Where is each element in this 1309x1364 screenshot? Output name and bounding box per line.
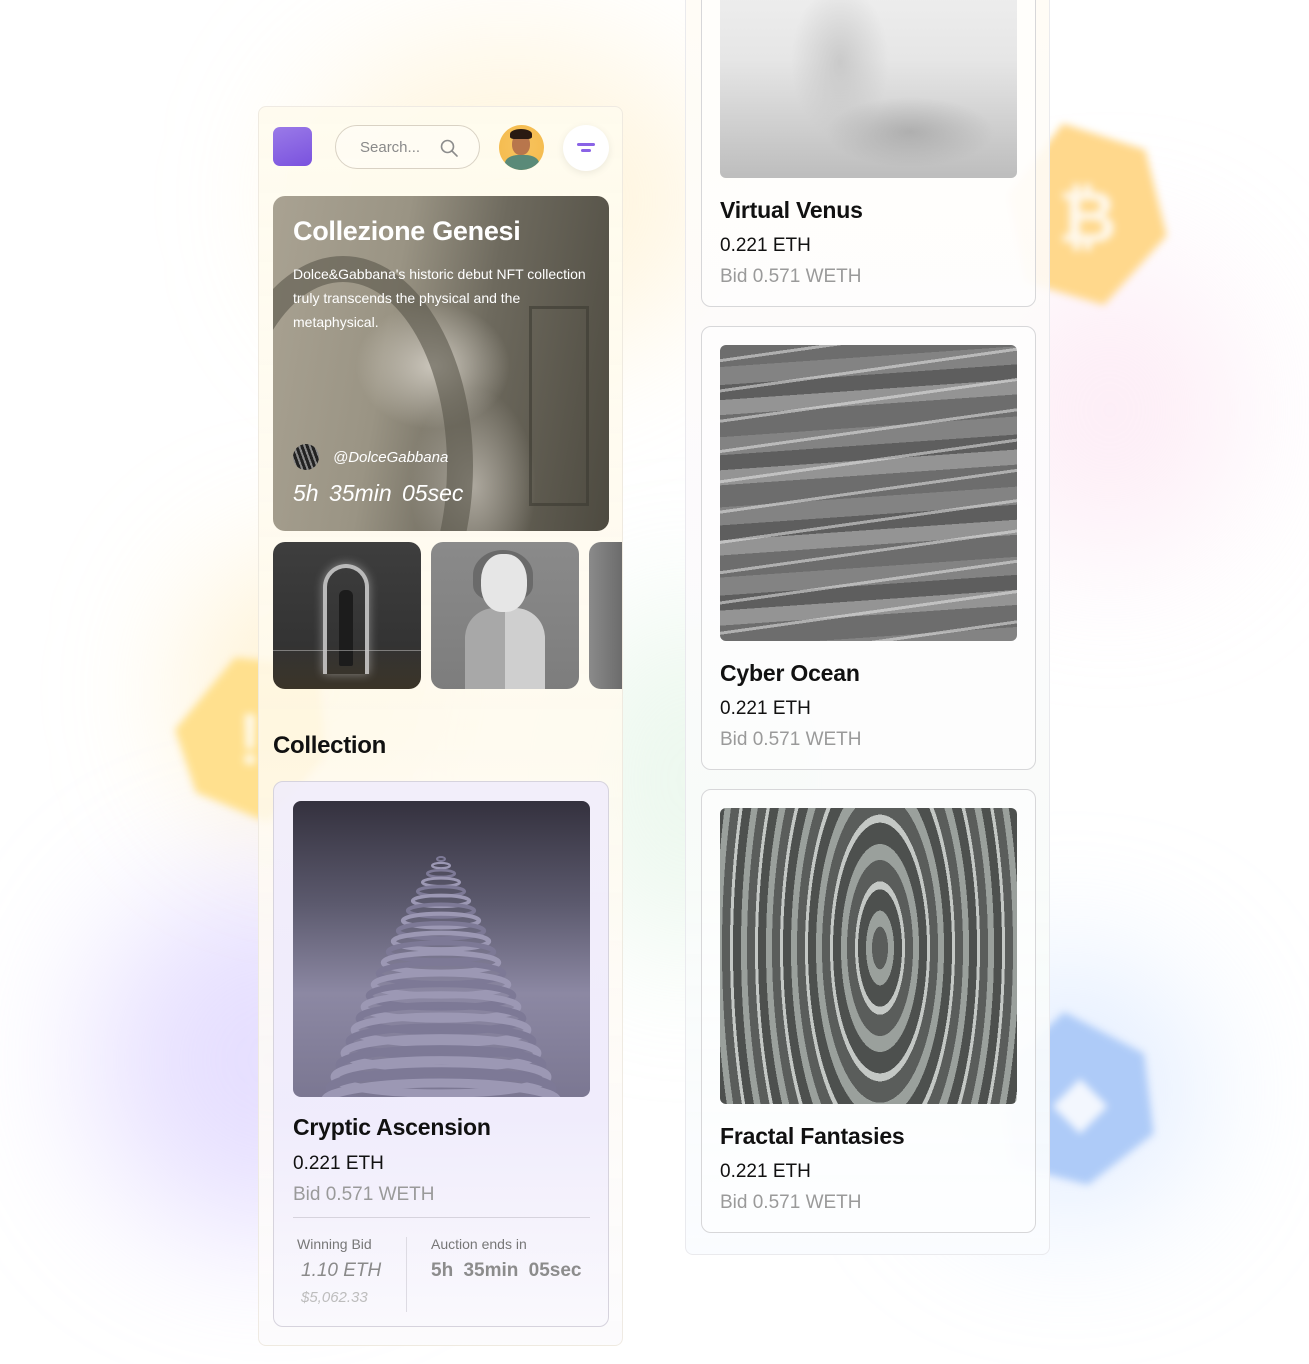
nft-card-cyber-ocean[interactable]: Cyber Ocean 0.221 ETH Bid 0.571 WETH (701, 326, 1036, 770)
hero-countdown: 5h 35min 05sec (293, 480, 464, 506)
search-icon[interactable] (439, 138, 459, 158)
cone-ring (425, 868, 457, 879)
thumbnail-portal-figure[interactable] (273, 542, 421, 689)
thumbnail-abstract-silver[interactable] (589, 542, 622, 689)
creator-avatar[interactable] (293, 444, 319, 470)
nft-title: Cryptic Ascension (293, 1114, 491, 1140)
mobile-home-screen: Collezione Genesi Dolce&Gabbana's histor… (258, 106, 623, 1346)
hero-door-decor (529, 306, 589, 506)
nft-image-virtual-venus[interactable] (720, 0, 1017, 178)
nft-bid: Bid 0.571 WETH (720, 266, 862, 287)
filter-icon (577, 143, 595, 152)
avatar-body (505, 155, 539, 170)
nft-price: 0.221 ETH (720, 698, 811, 719)
nft-price: 0.221 ETH (720, 1161, 811, 1182)
nft-title: Fractal Fantasies (720, 1123, 905, 1149)
avatar-hair (510, 129, 532, 139)
hero-description: Dolce&Gabbana's historic debut NFT colle… (293, 266, 586, 330)
search-input[interactable] (360, 138, 450, 156)
nft-price: 0.221 ETH (293, 1153, 384, 1174)
search-field[interactable] (335, 125, 480, 169)
winning-bid-usd: $5,062.33 (301, 1289, 368, 1306)
nft-title: Cyber Ocean (720, 660, 860, 686)
nft-card-fractal-fantasies[interactable]: Fractal Fantasies 0.221 ETH Bid 0.571 WE… (701, 789, 1036, 1233)
top-bar (273, 125, 609, 171)
cone-ring (436, 856, 446, 862)
nft-image-fractal-fantasies[interactable] (720, 808, 1017, 1104)
filter-button[interactable] (563, 125, 609, 171)
nft-bid: Bid 0.571 WETH (720, 729, 862, 750)
collection-heading: Collection (273, 732, 387, 759)
thumbnail-carousel[interactable] (273, 542, 622, 689)
user-avatar[interactable] (499, 125, 544, 170)
card-vertical-divider (406, 1237, 407, 1312)
nft-image-cryptic-ascension[interactable] (293, 801, 590, 1097)
auction-ends-label: Auction ends in (431, 1236, 527, 1252)
cone-ring (430, 861, 452, 870)
nft-bid: Bid 0.571 WETH (720, 1192, 862, 1213)
walking-figure (339, 590, 353, 666)
thumbnail-3d-character[interactable] (431, 542, 579, 689)
nft-title: Virtual Venus (720, 197, 863, 223)
nft-price: 0.221 ETH (720, 235, 811, 256)
nft-image-cyber-ocean[interactable] (720, 345, 1017, 641)
winning-bid-value: 1.10 ETH (301, 1260, 382, 1281)
character-head (481, 554, 527, 612)
cone-artwork (321, 856, 561, 1097)
app-logo[interactable] (273, 127, 312, 166)
character-torso (465, 608, 545, 689)
winning-bid-label: Winning Bid (297, 1236, 372, 1252)
creator-handle[interactable]: @DolceGabbana (333, 449, 448, 466)
featured-nft-card[interactable]: Cryptic Ascension 0.221 ETH Bid 0.571 WE… (273, 781, 609, 1327)
hero-banner[interactable]: Collezione Genesi Dolce&Gabbana's histor… (273, 196, 609, 531)
card-divider (293, 1217, 590, 1218)
auction-countdown: 5h 35min 05sec (431, 1260, 582, 1281)
gallery-screen: Virtual Venus 0.221 ETH Bid 0.571 WETH C… (685, 0, 1050, 1255)
nft-bid: Bid 0.571 WETH (293, 1184, 435, 1205)
hero-title: Collezione Genesi (293, 216, 521, 246)
floor-line (273, 650, 421, 651)
nft-card-virtual-venus[interactable]: Virtual Venus 0.221 ETH Bid 0.571 WETH (701, 0, 1036, 307)
